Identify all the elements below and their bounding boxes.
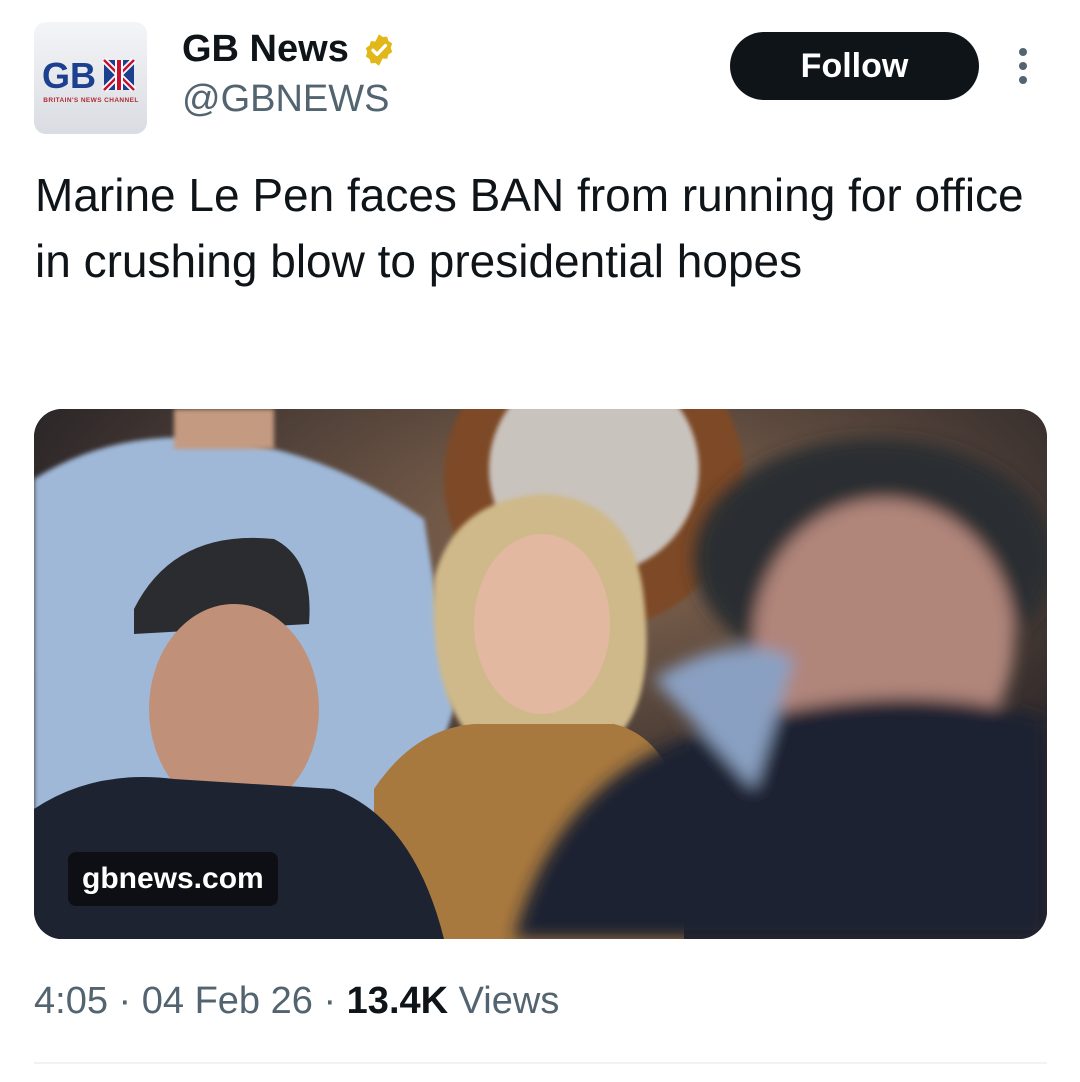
gbn-logo: GB	[42, 55, 137, 94]
media-source-label: gbnews.com	[68, 852, 278, 906]
display-name-text: GB News	[182, 28, 349, 70]
display-name[interactable]: GB News	[182, 28, 397, 71]
follow-button[interactable]: Follow	[730, 32, 979, 100]
verified-badge-icon	[365, 33, 393, 66]
svg-text:GB: GB	[42, 55, 96, 94]
tweet-text: Marine Le Pen faces BAN from running for…	[35, 169, 1024, 287]
views-label: Views	[448, 980, 560, 1022]
user-handle[interactable]: @GBNEWS	[182, 78, 389, 121]
tweet-meta: 4:05 · 04 Feb 26 · 13.4K Views	[34, 980, 559, 1023]
tweet-time[interactable]: 4:05	[34, 980, 108, 1023]
meta-separator: ·	[107, 980, 142, 1022]
meta-separator: ·	[312, 980, 347, 1022]
views-count[interactable]: 13.4K	[347, 980, 448, 1023]
divider	[34, 1062, 1047, 1064]
avatar-tagline: BRITAIN'S NEWS CHANNEL	[43, 97, 139, 104]
tweet-date[interactable]: 04 Feb 26	[142, 980, 313, 1023]
more-vertical-icon[interactable]	[1012, 48, 1034, 84]
avatar[interactable]: GB BRITAIN'S NEWS CHANNEL	[34, 22, 147, 134]
